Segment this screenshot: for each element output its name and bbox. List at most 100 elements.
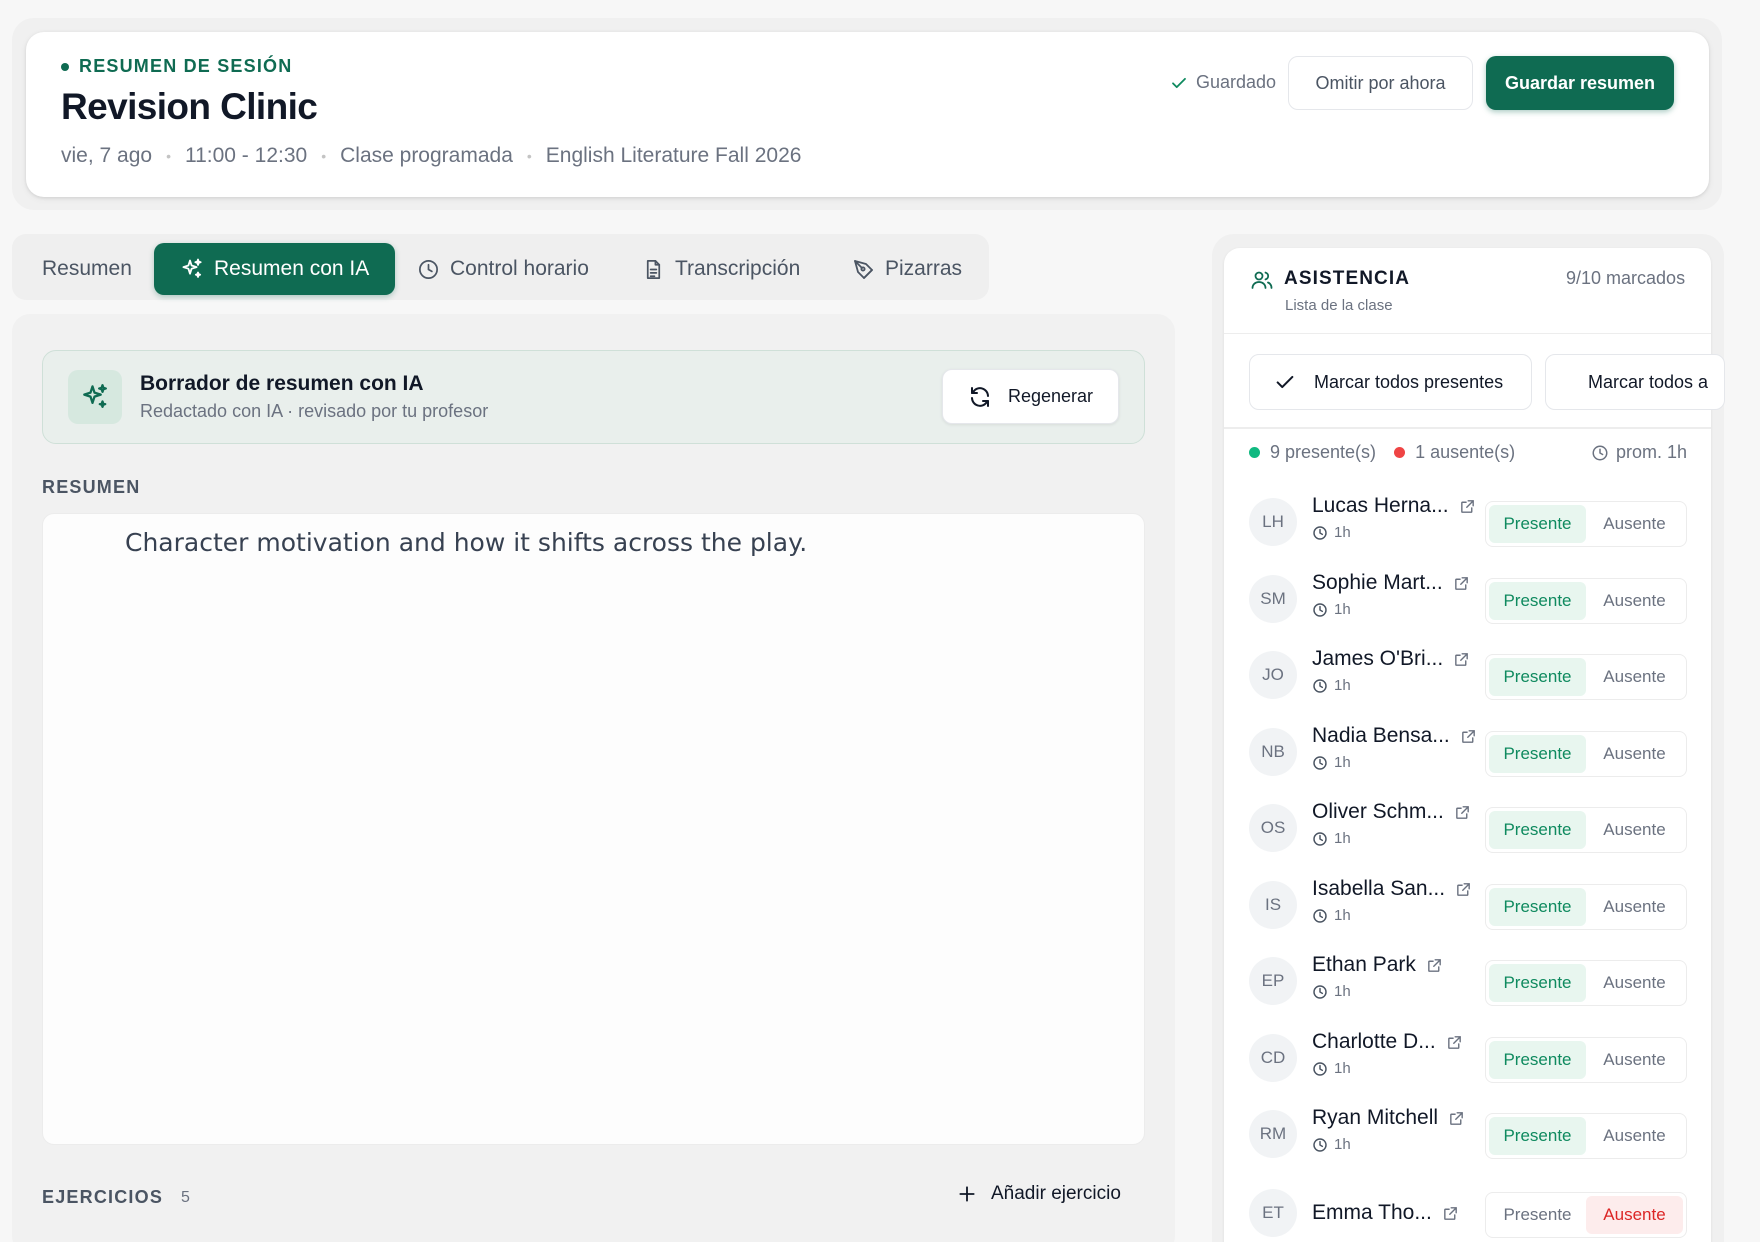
student-name[interactable]: Ethan Park xyxy=(1312,953,1416,977)
external-link-icon[interactable] xyxy=(1460,728,1477,750)
absent-button[interactable]: Ausente xyxy=(1586,1117,1683,1155)
student-duration: 1h xyxy=(1312,754,1351,771)
duration-label: 1h xyxy=(1334,907,1351,924)
external-link-icon[interactable] xyxy=(1453,651,1470,673)
duration-label: 1h xyxy=(1334,524,1351,541)
present-count: 9 presente(s) xyxy=(1270,442,1377,462)
present-button[interactable]: Presente xyxy=(1489,1196,1586,1234)
tab-summary[interactable]: Resumen xyxy=(42,243,132,295)
student-name[interactable]: Emma Tho... xyxy=(1312,1201,1432,1225)
external-link-icon[interactable] xyxy=(1442,1205,1459,1227)
student-row: NB Nadia Bensa... 1h Presente Ausente xyxy=(1249,724,1687,784)
student-row: EP Ethan Park 1h Presente Ausente xyxy=(1249,953,1687,1013)
student-name[interactable]: Lucas Herna... xyxy=(1312,494,1449,518)
summary-section-label: RESUMEN xyxy=(42,477,141,497)
present-button[interactable]: Presente xyxy=(1489,964,1586,1002)
student-row: CD Charlotte D... 1h Presente Ausente xyxy=(1249,1030,1687,1090)
avatar: NB xyxy=(1249,728,1297,776)
clock-icon xyxy=(1312,984,1328,1000)
external-link-icon[interactable] xyxy=(1426,957,1443,979)
average-label: prom. 1h xyxy=(1615,442,1687,462)
session-meta: vie, 7 ago • 11:00 - 12:30 • Clase progr… xyxy=(61,144,801,168)
attendance-toggle: Presente Ausente xyxy=(1485,731,1687,777)
student-duration: 1h xyxy=(1312,1136,1351,1153)
absent-button[interactable]: Ausente xyxy=(1586,735,1683,773)
tab-whiteboards[interactable]: Pizarras xyxy=(851,243,962,295)
present-button[interactable]: Presente xyxy=(1489,582,1586,620)
clock-icon xyxy=(1592,445,1608,460)
present-button[interactable]: Presente xyxy=(1489,888,1586,926)
student-duration: 1h xyxy=(1312,524,1351,541)
present-button[interactable]: Presente xyxy=(1489,658,1586,696)
student-name[interactable]: Oliver Schm... xyxy=(1312,800,1444,824)
absent-button[interactable]: Ausente xyxy=(1586,582,1683,620)
absent-button[interactable]: Ausente xyxy=(1586,505,1683,543)
avatar: SM xyxy=(1249,575,1297,623)
tab-transcription[interactable]: Transcripción xyxy=(642,243,800,295)
avatar: CD xyxy=(1249,1034,1297,1082)
external-link-icon[interactable] xyxy=(1448,1110,1465,1132)
course-name: English Literature Fall 2026 xyxy=(545,144,802,167)
student-row: OS Oliver Schm... 1h Presente Ausente xyxy=(1249,800,1687,860)
student-duration: 1h xyxy=(1312,907,1351,924)
clock-icon xyxy=(419,259,438,279)
student-name[interactable]: Sophie Mart... xyxy=(1312,571,1443,595)
absent-button[interactable]: Ausente xyxy=(1586,811,1683,849)
tab-label: Resumen con IA xyxy=(214,257,370,280)
external-link-icon[interactable] xyxy=(1455,881,1472,903)
external-link-icon[interactable] xyxy=(1454,804,1471,826)
student-name[interactable]: James O'Bri... xyxy=(1312,647,1443,671)
ai-banner-title: Borrador de resumen con IA xyxy=(140,372,424,395)
tab-time-tracking[interactable]: Control horario xyxy=(417,243,589,295)
clock-icon xyxy=(1312,755,1328,771)
student-row: SM Sophie Mart... 1h Presente Ausente xyxy=(1249,571,1687,631)
present-button[interactable]: Presente xyxy=(1489,811,1586,849)
summary-text[interactable]: Character motivation and how it shifts a… xyxy=(125,528,807,557)
mark-all-absent-button[interactable]: Marcar todos a xyxy=(1545,354,1725,410)
skip-button[interactable]: Omitir por ahora xyxy=(1288,56,1473,110)
attendance-title: ASISTENCIA xyxy=(1284,268,1411,289)
student-name[interactable]: Ryan Mitchell xyxy=(1312,1106,1438,1130)
attendance-toggle: Presente Ausente xyxy=(1485,1113,1687,1159)
absent-count: 1 ausente(s) xyxy=(1415,442,1516,462)
duration-label: 1h xyxy=(1334,1060,1351,1077)
student-name[interactable]: Isabella San... xyxy=(1312,877,1445,901)
save-summary-button[interactable]: Guardar resumen xyxy=(1486,56,1674,110)
present-button[interactable]: Presente xyxy=(1489,1041,1586,1079)
external-link-icon[interactable] xyxy=(1446,1034,1463,1056)
mark-all-present-button[interactable]: Marcar todos presentes xyxy=(1249,354,1532,410)
attendance-stats: 9 presente(s) 1 ausente(s) prom. 1h xyxy=(1249,442,1687,463)
summary-editor[interactable] xyxy=(42,513,1145,1145)
add-exercise-button[interactable]: Añadir ejercicio xyxy=(957,1183,1121,1205)
present-button[interactable]: Presente xyxy=(1489,735,1586,773)
absent-button[interactable]: Ausente xyxy=(1586,964,1683,1002)
attendance-header xyxy=(1224,248,1711,334)
regenerate-button[interactable]: Regenerar xyxy=(942,369,1119,424)
clock-icon xyxy=(1312,831,1328,847)
tab-ai-summary[interactable]: Resumen con IA xyxy=(154,243,396,295)
check-icon xyxy=(1276,375,1294,389)
meta-separator: • xyxy=(166,148,171,164)
tab-label: Resumen xyxy=(42,257,132,280)
duration-label: 1h xyxy=(1334,830,1351,847)
attendance-toggle: Presente Ausente xyxy=(1485,807,1687,853)
student-name[interactable]: Nadia Bensa... xyxy=(1312,724,1450,748)
exercises-header: EJERCICIOS 5 xyxy=(42,1187,190,1208)
external-link-icon[interactable] xyxy=(1459,498,1476,520)
present-button[interactable]: Presente xyxy=(1489,1117,1586,1155)
absent-button[interactable]: Ausente xyxy=(1586,1041,1683,1079)
page-title: Revision Clinic xyxy=(61,86,318,127)
student-duration: 1h xyxy=(1312,830,1351,847)
absent-button[interactable]: Ausente xyxy=(1586,658,1683,696)
external-link-icon[interactable] xyxy=(1453,575,1470,597)
student-name[interactable]: Charlotte D... xyxy=(1312,1030,1436,1054)
plus-icon xyxy=(959,1186,975,1202)
student-row: JO James O'Bri... 1h Presente Ausente xyxy=(1249,647,1687,707)
attendance-marked-count: 9/10 marcados xyxy=(1566,268,1686,288)
present-button[interactable]: Presente xyxy=(1489,505,1586,543)
absent-button[interactable]: Ausente xyxy=(1586,1196,1683,1234)
clock-icon xyxy=(1312,1061,1328,1077)
average-duration: prom. 1h xyxy=(1591,442,1687,463)
absent-button[interactable]: Ausente xyxy=(1586,888,1683,926)
absent-dot xyxy=(1394,447,1406,458)
